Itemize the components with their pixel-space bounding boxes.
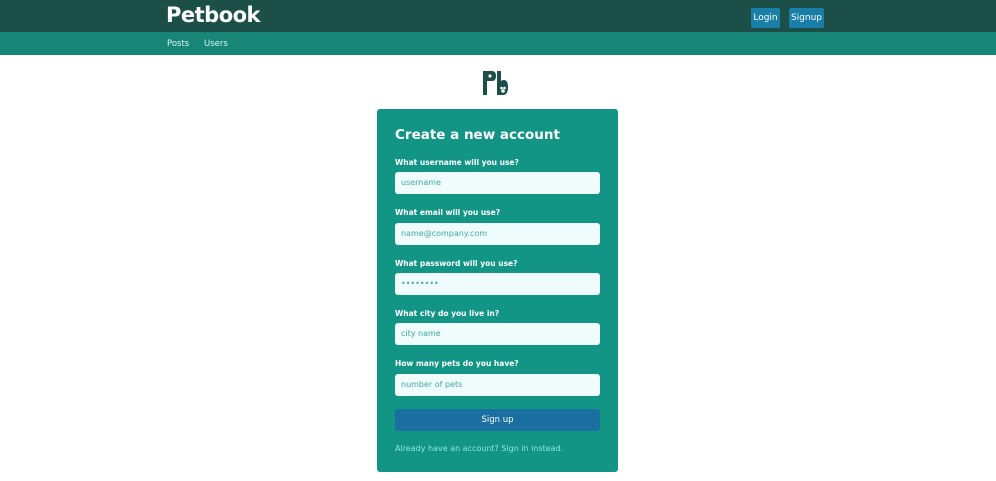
top-header: Petbook Login Signup	[0, 0, 996, 32]
signin-link[interactable]: Already have an account? Sign in instead…	[395, 443, 563, 454]
petbook-brand-icon	[483, 71, 508, 95]
password-input[interactable]	[395, 273, 600, 295]
pets-count-input[interactable]	[395, 374, 600, 396]
email-input[interactable]	[395, 223, 600, 245]
logo-text: Petbook	[166, 3, 261, 27]
password-label: What password will you use?	[395, 259, 518, 268]
signup-button[interactable]: Signup	[789, 8, 824, 28]
email-label: What email will you use?	[395, 208, 501, 217]
signup-card: Create a new account What username will …	[377, 109, 618, 472]
login-button[interactable]: Login	[751, 8, 780, 28]
petbook-logo[interactable]: Petbook	[166, 3, 261, 27]
username-label: What username will you use?	[395, 158, 519, 167]
city-input[interactable]	[395, 323, 600, 345]
pets-label: How many pets do you have?	[395, 359, 519, 368]
nav-users-link[interactable]: Users	[204, 38, 228, 50]
sub-navigation: Posts Users	[0, 32, 996, 55]
nav-posts-link[interactable]: Posts	[167, 38, 189, 50]
username-input[interactable]	[395, 172, 600, 194]
form-title: Create a new account	[395, 127, 560, 143]
city-label: What city do you live in?	[395, 309, 500, 318]
signup-submit-button[interactable]: Sign up	[395, 409, 600, 431]
